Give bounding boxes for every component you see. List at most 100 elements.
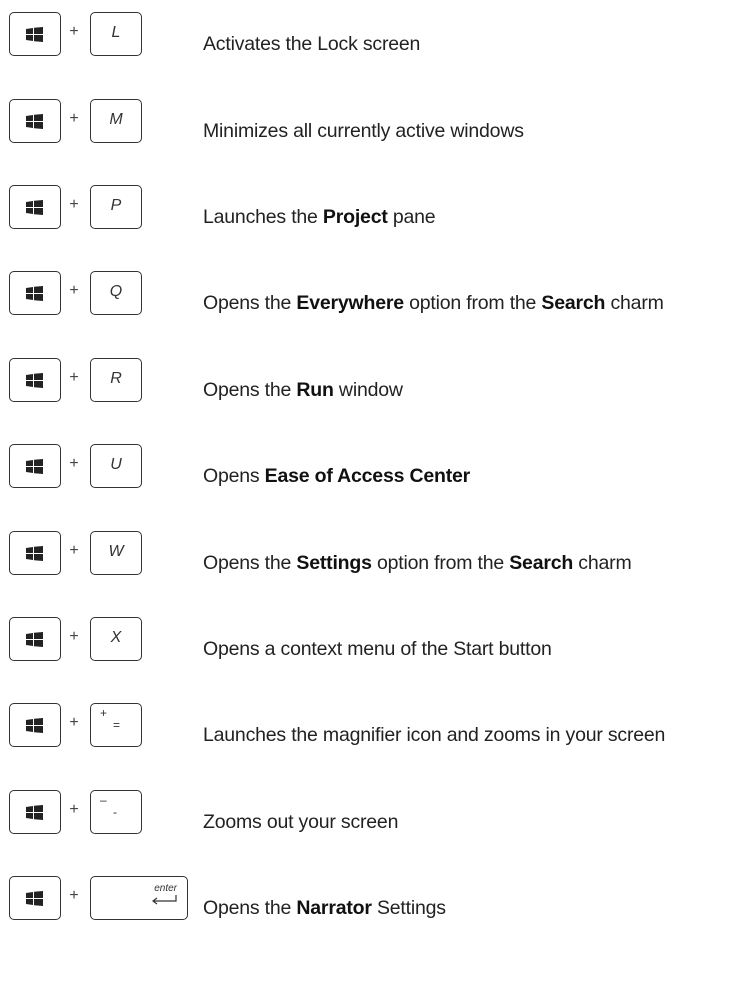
plus-sign: + xyxy=(69,23,79,40)
shortcut-row: + P Launches the Project pane xyxy=(0,185,747,233)
description-text: Opens the xyxy=(203,552,297,574)
windows-logo-icon xyxy=(26,891,43,906)
letter-key-label: P xyxy=(110,197,122,214)
shortcut-description: Zooms out your screen xyxy=(203,811,398,834)
plus-sign: + xyxy=(69,369,79,386)
description-emphasis: Ease of Access Center xyxy=(264,465,471,487)
plus-sign: + xyxy=(69,110,79,127)
windows-logo-icon xyxy=(26,286,43,301)
description-text: charm xyxy=(605,292,664,314)
shortcut-description: Launches the magnifier icon and zooms in… xyxy=(203,724,665,747)
windows-key xyxy=(9,99,61,143)
description-text: Settings xyxy=(371,897,446,919)
windows-logo-icon xyxy=(26,27,43,42)
description-text: Launches the xyxy=(203,206,323,228)
description-emphasis: Run xyxy=(296,379,334,401)
shortcut-row: + M Minimizes all currently active windows xyxy=(0,99,747,147)
letter-key: W xyxy=(90,531,142,575)
windows-logo-icon xyxy=(26,805,43,820)
enter-key: enter xyxy=(90,876,188,920)
shortcut-row: + U Opens Ease of Access Center xyxy=(0,444,747,492)
description-emphasis: Search xyxy=(541,292,606,314)
windows-logo-icon xyxy=(26,373,43,388)
description-text: pane xyxy=(387,206,436,228)
letter-key: X xyxy=(90,617,142,661)
description-text: Opens xyxy=(203,465,265,487)
letter-key-label: L xyxy=(111,24,121,41)
plus-sign: + xyxy=(69,455,79,472)
letter-key-label: W xyxy=(108,543,124,560)
description-text: Launches the magnifier icon and zooms in… xyxy=(203,724,666,746)
plus-sign: + xyxy=(69,282,79,299)
windows-key xyxy=(9,444,61,488)
letter-key: Q xyxy=(90,271,142,315)
description-text: Opens the xyxy=(203,897,297,919)
description-text: Activates the Lock screen xyxy=(203,33,421,55)
windows-key xyxy=(9,703,61,747)
shortcut-row: + – - Zooms out your screen xyxy=(0,790,747,838)
windows-key xyxy=(9,617,61,661)
shortcut-description: Opens Ease of Access Center xyxy=(203,465,470,488)
letter-key-label: U xyxy=(110,456,122,473)
plus-sign: + xyxy=(69,801,79,818)
shortcut-description: Opens the Settings option from the Searc… xyxy=(203,552,632,575)
windows-logo-icon xyxy=(26,200,43,215)
description-text: Opens a context menu of the Start button xyxy=(203,638,552,660)
letter-key: P xyxy=(90,185,142,229)
description-text: Minimizes all currently active windows xyxy=(203,120,524,142)
shortcut-row: + Q Opens the Everywhere option from the S… xyxy=(0,271,747,319)
letter-key: U xyxy=(90,444,142,488)
plus-sign: + xyxy=(69,196,79,213)
letter-key-label: Q xyxy=(109,283,123,300)
windows-key xyxy=(9,531,61,575)
windows-logo-icon xyxy=(26,546,43,561)
description-text: Opens the xyxy=(203,379,297,401)
shortcut-description: Launches the Project pane xyxy=(203,206,436,229)
letter-key-label: M xyxy=(109,111,123,128)
description-text: option from the xyxy=(371,552,510,574)
plus-sign: + xyxy=(69,714,79,731)
symbol-key-lower: = xyxy=(113,718,121,732)
description-emphasis: Narrator xyxy=(296,897,372,919)
plus-sign: + xyxy=(69,628,79,645)
shortcut-row: + X Opens a context menu of the Start butt… xyxy=(0,617,747,665)
description-text: option from the xyxy=(403,292,542,314)
shortcut-row: + R Opens the Run window xyxy=(0,358,747,406)
windows-logo-icon xyxy=(26,459,43,474)
letter-key: M xyxy=(90,99,142,143)
shortcut-description: Activates the Lock screen xyxy=(203,33,420,56)
windows-logo-icon xyxy=(26,632,43,647)
shortcut-row: + W Opens the Settings option from the Sea… xyxy=(0,531,747,579)
shortcut-description: Opens the Run window xyxy=(203,379,403,402)
shortcut-row: + L Activates the Lock screen xyxy=(0,12,747,60)
shortcut-description: Opens the Narrator Settings xyxy=(203,897,446,920)
symbol-key: + = xyxy=(90,703,142,747)
description-emphasis: Search xyxy=(509,552,574,574)
symbol-key-upper: – xyxy=(100,793,107,807)
windows-logo-icon xyxy=(26,718,43,733)
shortcut-row: + enter Opens the Narrator Settings xyxy=(0,876,747,924)
shortcut-description: Opens the Everywhere option from the Sea… xyxy=(203,292,664,315)
shortcut-description: Minimizes all currently active windows xyxy=(203,120,524,143)
windows-key xyxy=(9,185,61,229)
description-emphasis: Project xyxy=(322,206,388,228)
letter-key: L xyxy=(90,12,142,56)
description-text: window xyxy=(333,379,403,401)
description-emphasis: Everywhere xyxy=(296,292,404,314)
symbol-key: – - xyxy=(90,790,142,834)
enter-key-label: enter xyxy=(154,883,177,894)
windows-key xyxy=(9,12,61,56)
description-text: charm xyxy=(573,552,632,574)
symbol-key-upper: + xyxy=(100,706,108,720)
letter-key-label: X xyxy=(110,629,122,646)
shortcut-description: Opens a context menu of the Start button xyxy=(203,638,552,661)
windows-key xyxy=(9,876,61,920)
windows-key xyxy=(9,271,61,315)
description-text: Zooms out your screen xyxy=(203,811,399,833)
enter-arrow-icon xyxy=(152,895,177,905)
description-text: Opens the xyxy=(203,292,297,314)
windows-key xyxy=(9,358,61,402)
windows-logo-icon xyxy=(26,114,43,129)
shortcut-row: + + = Launches the magnifier icon and zooms… xyxy=(0,703,747,751)
description-emphasis: Settings xyxy=(296,552,372,574)
